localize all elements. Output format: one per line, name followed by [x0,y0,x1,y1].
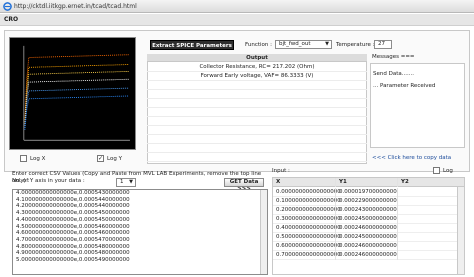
grid-cell-x[interactable]: 0.20000000000000000 [276,206,341,215]
plot-curves [24,54,130,130]
grid-cell-y1[interactable]: 0.000246000000000 [339,242,397,251]
grid-cell-x[interactable]: 0.50000000000000000 [276,233,341,242]
grid-row[interactable]: 0.10000000000000000 0.000229000000000 [273,197,464,206]
grid-row[interactable]: 0.00000000000000000 0.000019700000000 [273,188,464,197]
output-line: Collector Resistance, RC= 217.202 (Ohm) [147,63,367,72]
output-empty-row [147,108,367,117]
plot-trace-1 [24,54,130,120]
browser-ie-icon [3,2,12,11]
csv-scrollbar[interactable] [260,190,267,274]
function-select[interactable]: bjt_fwd_out ▼ [275,40,332,49]
log-x-label: Log X [30,156,46,162]
temperature-input[interactable]: 27 [374,40,392,49]
get-data-button[interactable]: GET Data >>> [224,178,264,192]
grid-col-y2: Y2 [401,179,409,185]
grid-cell-y1[interactable]: 0.000246000000000 [339,251,397,260]
output-empty-row [147,153,367,162]
copy-data-link[interactable]: <<< Click here to copy data [372,155,451,161]
cro-plot[interactable] [9,37,136,150]
plot-trace-6 [24,95,130,130]
input-log-checkbox[interactable] [433,167,440,174]
message-item: Send Data....... [373,71,414,77]
csv-line: 4.900000000000000e,0.0005480000000 [16,250,130,257]
grid-cell-x[interactable]: 0.10000000000000000 [276,197,341,206]
chevron-down-icon: ▼ [325,41,329,47]
grid-cell-y1[interactable]: 0.000243000000000 [339,206,397,215]
csv-textarea[interactable]: 4.000000000000000e,0.0005430000000 4.100… [12,189,268,275]
grid-cell-y1[interactable]: 0.000245000000000 [339,233,397,242]
grid-cell-y1[interactable]: 0.000246000000000 [339,224,397,233]
grid-row[interactable]: 0.60000000000000000 0.000246000000000 [273,242,464,251]
log-x-checkbox[interactable] [20,155,27,162]
grid-cell-x[interactable]: 0.70000000000000000 [276,251,341,260]
csv-line: 4.200000000000000e,0.0005440000000 [16,203,130,210]
chevron-down-icon: ▼ [129,179,133,185]
input-grid-label: Input : [272,168,290,174]
plot-trace-4 [24,78,130,126]
grid-row[interactable]: 0.30000000000000000 0.000245000000000 [273,215,464,224]
output-empty-row [147,144,367,153]
yaxis-count-label: No. of Y axis in your data : [12,178,85,184]
grid-col-x: X [276,179,281,185]
grid-row[interactable]: 0.40000000000000000 0.000246000000000 [273,224,464,233]
grid-cell-x[interactable]: 0.40000000000000000 [276,224,341,233]
grid-scrollbar[interactable] [457,187,464,274]
log-y-label: Log Y [107,156,122,162]
grid-row[interactable]: 0.70000000000000000 0.000246000000000 [273,251,464,260]
page-title: CRO [4,16,19,23]
output-empty-row [147,81,367,90]
plot-trace-5 [24,87,130,128]
messages-title: Messages === [372,54,415,60]
csv-line: 4.400000000000000e,0.0005450000000 [16,216,130,223]
message-item: ... Parameter Received [373,83,436,89]
grid-cell-y1[interactable]: 0.000019700000000 [339,188,397,197]
output-empty-row [147,135,367,144]
function-label: Function : [245,42,272,48]
grid-cell-y1[interactable]: 0.000229000000000 [339,197,397,206]
extract-spice-button[interactable]: Extract SPICE Parameters [150,40,234,50]
csv-line: 4.700000000000000e,0.0005470000000 [16,236,130,243]
browser-url[interactable]: http://cktdl.iitkgp.ernet.in/tcad/tcad.h… [14,3,137,10]
output-title: Output [147,54,367,62]
csv-line: 4.000000000000000e,0.0005430000000 [16,190,130,196]
grid-col-y1: Y1 [339,179,347,185]
grid-row[interactable]: 0.50000000000000000 0.000245000000000 [273,233,464,242]
csv-line: 4.600000000000000e,0.0005460000000 [16,230,130,237]
output-line: Forward Early voltage, VAF= 86.3333 (V) [147,72,367,81]
grid-row[interactable]: 0.20000000000000000 0.000243000000000 [273,206,464,215]
csv-line: 4.500000000000000e,0.0005460000000 [16,223,130,230]
yaxis-count-select[interactable]: 1 ▼ [116,178,136,187]
csv-line: 4.100000000000000e,0.0005440000000 [16,196,130,203]
page-header [0,14,474,26]
log-y-checkbox[interactable]: ✓ [97,155,104,162]
plot-trace-2 [24,64,130,123]
temperature-label: Temperature : [336,42,375,48]
output-empty-row [147,117,367,126]
checkmark-icon: ✓ [98,155,104,162]
grid-cell-x[interactable]: 0.00000000000000000 [276,188,341,197]
csv-line: 5.000000000000000e,0.0005490000000 [16,257,130,264]
grid-cell-x[interactable]: 0.60000000000000000 [276,242,341,251]
csv-line: 4.800000000000000e,0.0005480000000 [16,243,130,250]
output-empty-row [147,90,367,99]
grid-cell-x[interactable]: 0.30000000000000000 [276,215,341,224]
output-empty-row [147,99,367,108]
output-empty-row [147,126,367,135]
input-log-label: Log [443,168,453,174]
grid-cell-y1[interactable]: 0.000245000000000 [339,215,397,224]
grid-header: X Y1 Y2 [273,178,464,187]
csv-line: 4.300000000000000e,0.0005450000000 [16,210,130,217]
